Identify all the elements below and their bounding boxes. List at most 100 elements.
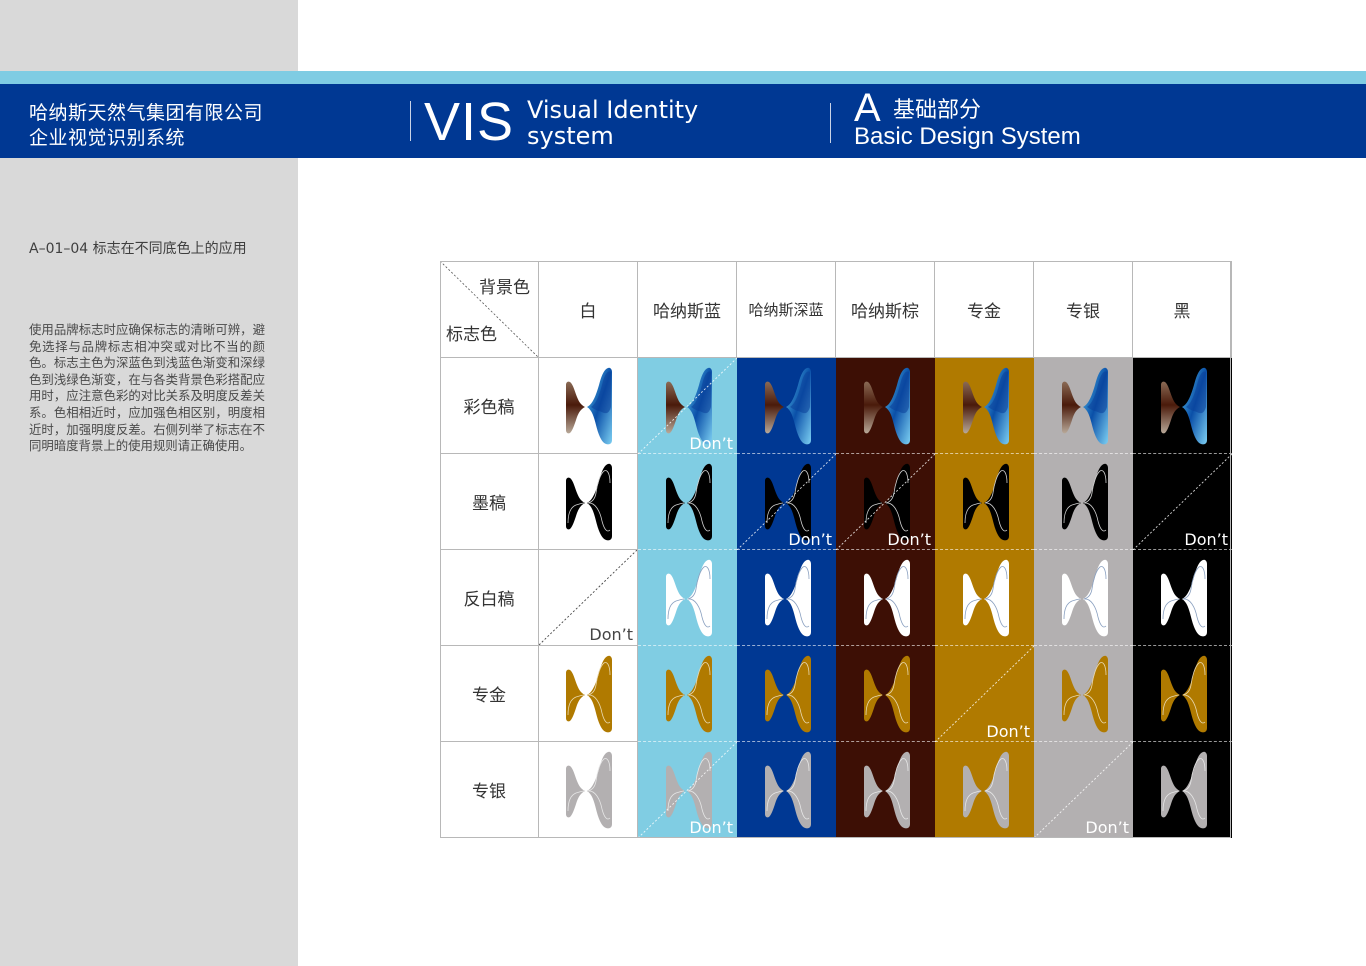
company-name-line2: 企业视觉识别系统: [29, 127, 186, 149]
brand-logo-icon: [863, 367, 910, 445]
brand-logo-icon: [1061, 463, 1108, 541]
swatch-cell: [539, 454, 638, 550]
swatch-cell: [539, 358, 638, 454]
brand-logo-icon: [665, 463, 712, 541]
brand-logo-icon: [764, 655, 811, 733]
swatch-cell-dont: Don’t: [1034, 742, 1133, 838]
header-accent-band: [0, 71, 1366, 84]
section-title-en: Basic Design System: [854, 123, 1081, 150]
swatch-cell: [539, 742, 638, 838]
row-header: 反白稿: [440, 550, 539, 646]
swatch-cell: [935, 358, 1034, 454]
swatch-cell: [737, 550, 836, 646]
table-corner-cell: 背景色 标志色: [440, 261, 539, 358]
vis-subtitle-line2: system: [527, 122, 614, 150]
company-name: 哈纳斯天然气集团有限公司 企业视觉识别系统: [29, 101, 263, 151]
brand-logo-icon: [566, 463, 612, 540]
vis-subtitle-line1: Visual Identity: [527, 96, 699, 124]
brand-logo-icon: [665, 559, 712, 637]
brand-logo-icon: [863, 559, 910, 637]
dont-label: Don’t: [986, 722, 1030, 741]
swatch-cell-dont: Don’t: [539, 550, 638, 646]
column-header: 哈纳斯蓝: [638, 261, 737, 358]
column-header: 黑: [1133, 261, 1232, 358]
dont-label: Don’t: [689, 818, 733, 837]
dont-label: Don’t: [689, 434, 733, 453]
swatch-cell: [1034, 454, 1133, 550]
dont-label: Don’t: [788, 530, 832, 549]
swatch-cell: [638, 646, 737, 742]
brand-logo-icon: [1061, 655, 1108, 733]
section-title-cn: 基础部分: [893, 98, 982, 123]
swatch-cell: [638, 454, 737, 550]
swatch-cell: [836, 646, 935, 742]
column-header: 哈纳斯深蓝: [737, 261, 836, 358]
brand-logo-icon: [863, 751, 910, 829]
brand-logo-icon: [764, 751, 811, 829]
brand-logo-icon: [962, 463, 1009, 541]
swatch-cell: [737, 646, 836, 742]
brand-logo-icon: [962, 367, 1009, 445]
swatch-cell: [1034, 646, 1133, 742]
row-header: 专金: [440, 646, 539, 742]
page-description: 使用品牌标志时应确保标志的清晰可辨，避免选择与品牌标志相冲突或对比不当的颜色。标…: [29, 322, 265, 454]
vis-title: VIS: [424, 92, 515, 152]
vis-subtitle: Visual Identity system: [527, 97, 698, 149]
swatch-cell: [836, 742, 935, 838]
column-header: 专银: [1034, 261, 1133, 358]
swatch-cell-dont: Don’t: [737, 454, 836, 550]
swatch-cell: [638, 550, 737, 646]
brand-logo-icon: [665, 655, 712, 733]
brand-logo-icon: [1160, 367, 1207, 445]
swatch-cell-dont: Don’t: [638, 742, 737, 838]
swatch-cell-dont: Don’t: [935, 646, 1034, 742]
row-header: 彩色稿: [440, 358, 539, 454]
corner-label-background: 背景色: [479, 278, 530, 298]
swatch-cell: [935, 742, 1034, 838]
swatch-cell: [935, 550, 1034, 646]
column-header: 白: [539, 261, 638, 358]
brand-logo-icon: [962, 559, 1009, 637]
brand-logo-icon: [863, 655, 910, 733]
brand-logo-icon: [566, 367, 612, 444]
corner-label-logo: 标志色: [446, 325, 497, 345]
column-header: 哈纳斯棕: [836, 261, 935, 358]
row-header: 墨稿: [440, 454, 539, 550]
swatch-cell-dont: Don’t: [836, 454, 935, 550]
swatch-cell-dont: Don’t: [1133, 454, 1232, 550]
swatch-cell: [1034, 358, 1133, 454]
logo-background-table: 背景色 标志色 白哈纳斯蓝 哈纳斯深蓝 哈纳斯棕 专金 专银黑彩色稿 Don’t 墨稿 Don…: [440, 261, 1232, 838]
brand-logo-icon: [1160, 655, 1207, 733]
brand-logo-icon: [1160, 559, 1207, 637]
brand-logo-icon: [962, 751, 1009, 829]
swatch-cell: [836, 358, 935, 454]
row-header: 专银: [440, 742, 539, 838]
brand-logo-icon: [566, 655, 612, 732]
header-divider: [410, 101, 411, 141]
swatch-cell: [1133, 550, 1232, 646]
swatch-cell-dont: Don’t: [638, 358, 737, 454]
swatch-cell: [1133, 646, 1232, 742]
page-code-title: A–01–04 标志在不同底色上的应用: [29, 241, 247, 257]
swatch-cell: [1034, 550, 1133, 646]
swatch-cell: [1133, 742, 1232, 838]
brand-logo-icon: [566, 751, 612, 828]
swatch-cell: [737, 742, 836, 838]
swatch-cell: [935, 454, 1034, 550]
dont-label: Don’t: [1085, 818, 1129, 837]
brand-logo-icon: [764, 367, 811, 445]
brand-logo-icon: [1061, 367, 1108, 445]
dont-label: Don’t: [589, 625, 633, 644]
swatch-cell: [1133, 358, 1232, 454]
brand-logo-icon: [1061, 559, 1108, 637]
swatch-cell: [539, 646, 638, 742]
dont-label: Don’t: [1184, 530, 1228, 549]
brand-logo-icon: [1160, 751, 1207, 829]
brand-logo-icon: [764, 559, 811, 637]
swatch-cell: [836, 550, 935, 646]
company-name-line1: 哈纳斯天然气集团有限公司: [29, 102, 264, 124]
swatch-cell: [737, 358, 836, 454]
header-divider: [830, 103, 831, 143]
dont-label: Don’t: [887, 530, 931, 549]
column-header: 专金: [935, 261, 1034, 358]
